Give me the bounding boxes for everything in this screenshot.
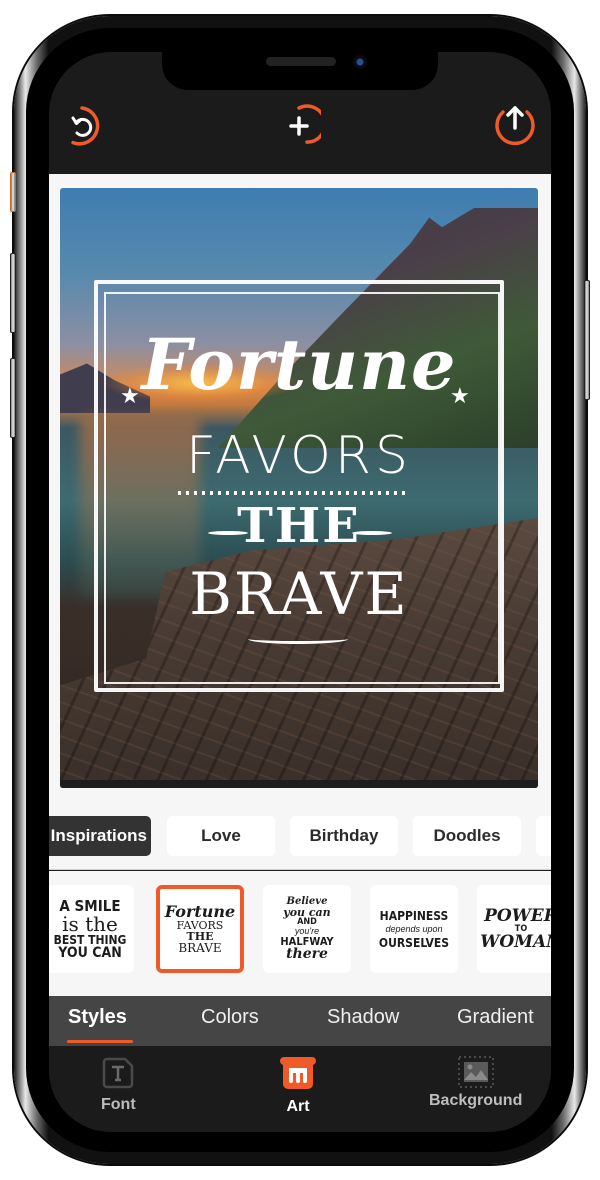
category-love[interactable]: Love — [167, 816, 275, 856]
category-tabs: Inspirations Love Birthday Doodles — [49, 802, 551, 870]
template-list: A SMILE is the BEST THING YOU CAN Fortun… — [49, 871, 551, 996]
nav-art[interactable]: Art — [280, 1056, 316, 1116]
category-doodles[interactable]: Doodles — [413, 816, 521, 856]
add-button[interactable] — [277, 104, 327, 148]
image-frame-icon — [457, 1056, 494, 1088]
poster-canvas[interactable]: Fortune ★ ★ FAVORS THE BRAVE — [60, 188, 538, 788]
nav-background[interactable]: Background — [429, 1056, 522, 1110]
power-button — [584, 280, 590, 400]
template-a-smile[interactable]: A SMILE is the BEST THING YOU CAN — [49, 885, 134, 973]
template-text: HAPPINESS — [379, 908, 449, 923]
reset-button[interactable] — [60, 104, 104, 148]
tab-shadow[interactable]: Shadow — [327, 1006, 399, 1029]
template-happiness[interactable]: HAPPINESS depends upon OURSELVES — [370, 885, 458, 973]
tab-styles[interactable]: Styles — [68, 1006, 127, 1029]
tab-colors[interactable]: Colors — [201, 1006, 259, 1029]
template-text: BEST THING — [53, 932, 127, 947]
app-screen: Fortune ★ ★ FAVORS THE BRAVE Inspiration… — [49, 52, 551, 1132]
template-fortune[interactable]: Fortune FAVORS THE BRAVE — [156, 885, 244, 973]
nav-art-label: Art — [286, 1098, 310, 1115]
paint-bucket-icon — [280, 1057, 316, 1089]
template-text: BRAVE — [178, 941, 222, 955]
upload-arrow-icon — [495, 106, 535, 146]
style-tabs: Styles Colors Shadow Gradient — [49, 996, 551, 1046]
category-more[interactable] — [536, 816, 551, 856]
star-icon: ★ — [120, 383, 140, 408]
quote-line-2[interactable]: FAVORS — [60, 426, 538, 486]
template-text: POWER — [484, 905, 551, 926]
volume-down-button — [10, 358, 16, 438]
template-power[interactable]: POWER TO WOMAN — [477, 885, 551, 973]
poster-bottom-strip — [60, 780, 538, 788]
category-inspirations[interactable]: Inspirations — [49, 816, 151, 856]
star-icon: ★ — [450, 383, 470, 408]
quote-line-3[interactable]: THE — [60, 498, 538, 554]
template-text: there — [286, 946, 328, 962]
bottom-nav: Font Art Background — [49, 1046, 551, 1132]
quote-line-4[interactable]: BRAVE — [60, 560, 538, 628]
notch — [162, 52, 438, 90]
template-text: OURSELVES — [378, 935, 450, 950]
nav-background-label: Background — [429, 1092, 523, 1109]
share-button[interactable] — [493, 102, 537, 146]
nav-font-label: Font — [101, 1096, 136, 1113]
template-text: WOMAN — [480, 931, 551, 952]
template-text: Fortune — [164, 902, 236, 921]
template-believe[interactable]: Believe you can AND you're HALFWAY there — [263, 885, 351, 973]
dotted-divider — [178, 491, 406, 495]
font-file-icon — [103, 1057, 134, 1089]
template-text: YOU CAN — [58, 944, 122, 961]
rotate-ccw-icon — [71, 106, 100, 146]
silent-switch — [10, 172, 16, 212]
template-text: is the — [62, 911, 118, 936]
swash-ornament — [248, 634, 348, 644]
nav-font[interactable]: Font — [101, 1056, 136, 1114]
template-text: depends upon — [385, 923, 443, 934]
active-tab-indicator — [67, 1040, 133, 1043]
front-camera — [353, 55, 367, 69]
tab-gradient[interactable]: Gradient — [457, 1006, 534, 1029]
volume-up-button — [10, 253, 16, 333]
category-birthday[interactable]: Birthday — [290, 816, 398, 856]
plus-icon — [289, 104, 327, 144]
canvas-area: Fortune ★ ★ FAVORS THE BRAVE — [49, 174, 551, 802]
speaker — [266, 57, 336, 66]
